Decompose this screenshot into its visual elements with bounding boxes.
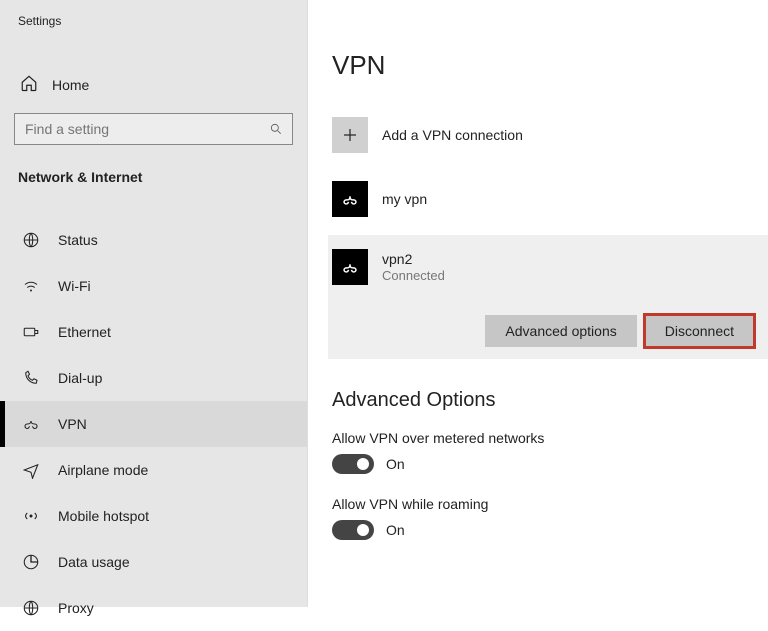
main-content: VPN Add a VPN connection my vpn vpn2 Con… — [308, 0, 768, 607]
sidebar-item-label: Data usage — [58, 554, 130, 570]
vpn-item-myvpn[interactable]: my vpn — [332, 173, 754, 225]
toggle-metered[interactable] — [332, 454, 374, 474]
airplane-icon — [22, 461, 40, 479]
nav-home[interactable]: Home — [0, 62, 307, 107]
sidebar-item-airplane[interactable]: Airplane mode — [0, 447, 307, 493]
sidebar-item-hotspot[interactable]: Mobile hotspot — [0, 493, 307, 539]
phone-icon — [22, 369, 40, 387]
add-vpn-row[interactable]: Add a VPN connection — [332, 109, 754, 161]
search-input[interactable] — [14, 113, 293, 145]
sidebar-item-wifi[interactable]: Wi-Fi — [0, 263, 307, 309]
sidebar: Settings Home Network & Internet Status … — [0, 0, 308, 607]
sidebar-item-ethernet[interactable]: Ethernet — [0, 309, 307, 355]
search-icon — [269, 122, 283, 136]
sidebar-item-label: VPN — [58, 416, 87, 432]
option-roaming-label: Allow VPN while roaming — [332, 496, 754, 512]
sidebar-section-title: Network & Internet — [0, 155, 307, 197]
disconnect-button[interactable]: Disconnect — [645, 315, 754, 347]
add-vpn-label: Add a VPN connection — [382, 126, 523, 144]
vpn-status: Connected — [382, 268, 445, 284]
sidebar-item-vpn[interactable]: VPN — [0, 401, 307, 447]
vpn-tile-icon — [332, 249, 368, 285]
vpn-name: my vpn — [382, 190, 427, 208]
sidebar-item-label: Dial-up — [58, 370, 102, 386]
nav-list: Status Wi-Fi Ethernet Dial-up VPN Airpla… — [0, 217, 307, 631]
vpn-name: vpn2 — [382, 250, 445, 268]
sidebar-item-label: Status — [58, 232, 98, 248]
home-icon — [20, 74, 38, 95]
toggle-roaming-state: On — [386, 522, 405, 538]
sidebar-item-dialup[interactable]: Dial-up — [0, 355, 307, 401]
sidebar-item-datausage[interactable]: Data usage — [0, 539, 307, 585]
page-title: VPN — [332, 50, 754, 81]
sidebar-item-label: Ethernet — [58, 324, 111, 340]
sidebar-item-label: Wi-Fi — [58, 278, 91, 294]
option-metered-label: Allow VPN over metered networks — [332, 430, 754, 446]
sidebar-item-label: Proxy — [58, 600, 94, 616]
data-usage-icon — [22, 553, 40, 571]
sidebar-item-status[interactable]: Status — [0, 217, 307, 263]
vpn-tile-icon — [332, 181, 368, 217]
toggle-roaming[interactable] — [332, 520, 374, 540]
advanced-options-button[interactable]: Advanced options — [485, 315, 636, 347]
add-icon — [332, 117, 368, 153]
globe-icon — [22, 231, 40, 249]
sidebar-item-label: Airplane mode — [58, 462, 148, 478]
proxy-icon — [22, 599, 40, 617]
sidebar-item-proxy[interactable]: Proxy — [0, 585, 307, 631]
search-wrap — [14, 113, 293, 145]
nav-home-label: Home — [52, 77, 89, 93]
vpn-item-vpn2-selected[interactable]: vpn2 Connected Advanced options Disconne… — [328, 235, 768, 359]
app-title: Settings — [0, 14, 307, 34]
toggle-metered-state: On — [386, 456, 405, 472]
ethernet-icon — [22, 323, 40, 341]
hotspot-icon — [22, 507, 40, 525]
sidebar-item-label: Mobile hotspot — [58, 508, 149, 524]
advanced-options-header: Advanced Options — [332, 389, 754, 412]
vpn-icon — [22, 415, 40, 433]
wifi-icon — [22, 277, 40, 295]
